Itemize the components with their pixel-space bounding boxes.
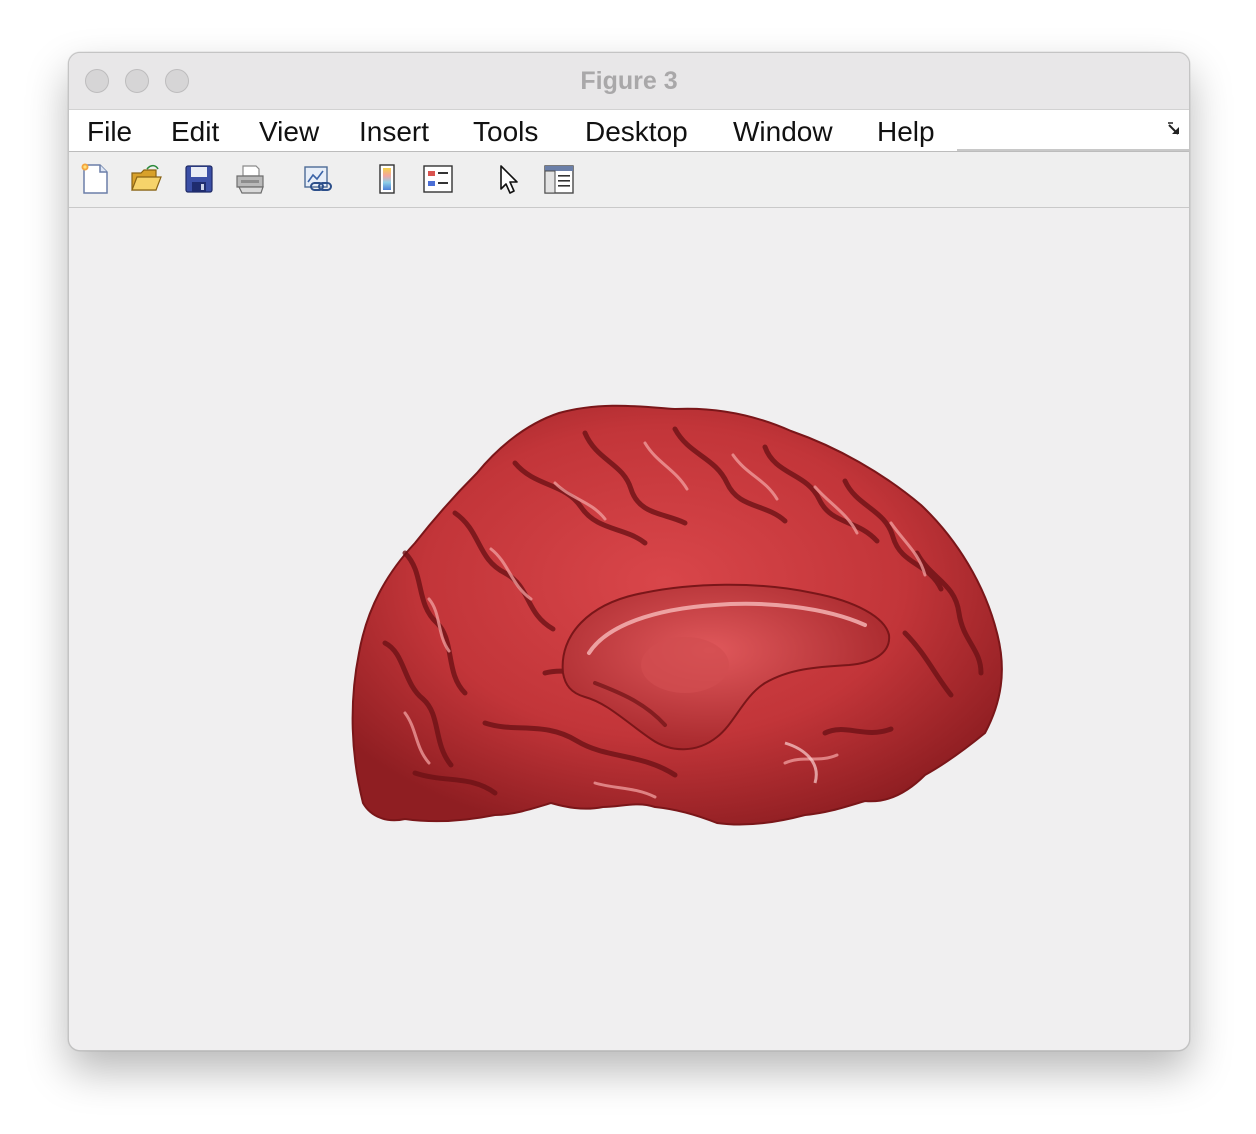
property-inspector-icon — [544, 165, 574, 194]
new-figure-icon — [81, 163, 108, 194]
menu-window[interactable]: Window — [733, 110, 833, 151]
property-inspector-button[interactable] — [542, 162, 576, 196]
menu-bar: File Edit View Insert Tools Desktop Wind… — [69, 110, 1189, 152]
title-bar[interactable]: Figure 3 — [69, 53, 1189, 110]
dock-arrow-icon[interactable] — [1167, 122, 1181, 136]
figure-toolbar — [69, 152, 1189, 208]
insert-legend-button[interactable] — [421, 162, 455, 196]
open-file-icon — [131, 164, 162, 191]
colorbar-icon — [379, 164, 395, 194]
brain-surface-render[interactable] — [345, 403, 1007, 833]
figure-window: Figure 3 File Edit View Insert Tools Des… — [68, 52, 1190, 1051]
insert-colorbar-button[interactable] — [370, 162, 404, 196]
link-plot-button[interactable] — [301, 162, 335, 196]
thalamus-region — [641, 637, 729, 693]
figure-canvas[interactable] — [69, 208, 1189, 1050]
menu-tools[interactable]: Tools — [473, 110, 538, 151]
link-plot-icon — [304, 166, 332, 191]
menu-view[interactable]: View — [259, 110, 319, 151]
menu-bar-divider — [957, 149, 1189, 151]
menu-file[interactable]: File — [87, 110, 132, 151]
edit-plot-cursor-icon — [500, 165, 518, 194]
print-icon — [236, 165, 264, 194]
menu-desktop[interactable]: Desktop — [585, 110, 688, 151]
legend-icon — [423, 165, 453, 193]
open-file-button[interactable] — [129, 162, 163, 196]
new-figure-button[interactable] — [78, 162, 112, 196]
menu-help[interactable]: Help — [877, 110, 935, 151]
menu-insert[interactable]: Insert — [359, 110, 429, 151]
save-button[interactable] — [182, 162, 216, 196]
print-button[interactable] — [233, 162, 267, 196]
window-title: Figure 3 — [580, 67, 678, 95]
edit-plot-button[interactable] — [493, 162, 527, 196]
save-icon — [185, 165, 213, 193]
menu-edit[interactable]: Edit — [171, 110, 219, 151]
